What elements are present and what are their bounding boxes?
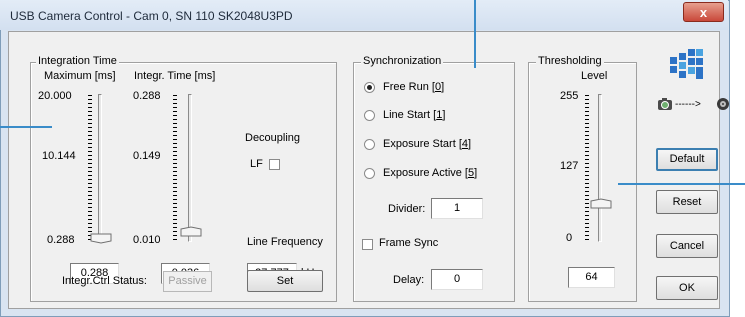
max-slider-track[interactable] [98, 94, 102, 242]
radio-exposure-start[interactable] [364, 139, 375, 150]
threshold-value-field[interactable]: 64 [568, 267, 615, 288]
divider-field[interactable]: 1 [431, 198, 483, 219]
threshold-scale-top: 255 [560, 90, 579, 102]
ok-button[interactable]: OK [656, 276, 718, 300]
radio-exposure-start-label[interactable]: Exposure Start [4] [383, 138, 471, 150]
frame-sync-label[interactable]: Frame Sync [379, 237, 438, 249]
threshold-slider-thumb[interactable] [590, 198, 612, 209]
lf-checkbox[interactable] [269, 159, 280, 170]
line-frequency-label: Line Frequency [247, 236, 323, 248]
threshold-scale-mid: 127 [560, 160, 579, 172]
integr-slider-ticks [173, 95, 177, 241]
integr-scale-bottom: 0.010 [133, 234, 161, 246]
max-scale-bottom: 0.288 [47, 234, 75, 246]
delay-field[interactable]: 0 [431, 269, 483, 290]
integr-scale-top: 0.288 [133, 90, 161, 102]
decoupling-label: Decoupling [245, 132, 301, 144]
radio-exposure-active[interactable] [364, 168, 375, 179]
threshold-slider-ticks [585, 95, 589, 241]
transfer-arrow: ------> [675, 99, 701, 110]
max-slider-thumb[interactable] [90, 233, 112, 244]
divider-label: Divider: [388, 203, 426, 215]
thresholding-group [528, 62, 637, 302]
cancel-button[interactable]: Cancel [656, 234, 718, 258]
integr-slider-track[interactable] [188, 94, 192, 242]
brand-logo-icon [670, 49, 703, 79]
integr-ctrl-status-field: Passive [163, 271, 212, 292]
radio-line-start-label[interactable]: Line Start [1] [383, 109, 445, 121]
synchronization-group [353, 62, 515, 302]
thresholding-group-label: Thresholding [536, 55, 604, 67]
callout-line-top [474, 0, 476, 68]
threshold-scale-bottom: 0 [566, 232, 573, 244]
set-button[interactable]: Set [247, 270, 323, 292]
title-bar[interactable]: USB Camera Control - Cam 0, SN 110 SK204… [0, 0, 728, 30]
callout-line-right [618, 183, 745, 185]
default-button[interactable]: Default [656, 148, 718, 171]
integr-slider-thumb[interactable] [180, 226, 202, 237]
disk-icon [717, 98, 729, 110]
max-scale-mid: 10.144 [42, 150, 76, 162]
radio-free-run[interactable] [364, 82, 375, 93]
close-button[interactable]: x [683, 2, 724, 22]
radio-exposure-active-label[interactable]: Exposure Active [5] [383, 167, 477, 179]
frame-sync-checkbox[interactable] [362, 239, 373, 250]
maximum-label: Maximum [ms] [44, 70, 116, 82]
reset-button[interactable]: Reset [656, 190, 718, 214]
integration-time-group-label: Integration Time [36, 55, 119, 67]
lf-label: LF [250, 158, 263, 170]
synchronization-group-label: Synchronization [361, 55, 444, 67]
threshold-slider-track[interactable] [598, 94, 602, 242]
integr-time-label: Integr. Time [ms] [134, 70, 216, 82]
max-slider-ticks [88, 95, 92, 241]
max-scale-top: 20.000 [38, 90, 72, 102]
delay-label: Delay: [393, 274, 425, 286]
level-label: Level [581, 70, 608, 82]
integr-ctrl-status-label: Integr.Ctrl Status: [62, 275, 147, 287]
window-title: USB Camera Control - Cam 0, SN 110 SK204… [10, 9, 293, 23]
camera-icon [658, 98, 672, 110]
callout-line-left [0, 126, 52, 128]
radio-free-run-label[interactable]: Free Run [0] [383, 81, 444, 93]
radio-line-start[interactable] [364, 110, 375, 121]
integr-scale-mid: 0.149 [133, 150, 161, 162]
